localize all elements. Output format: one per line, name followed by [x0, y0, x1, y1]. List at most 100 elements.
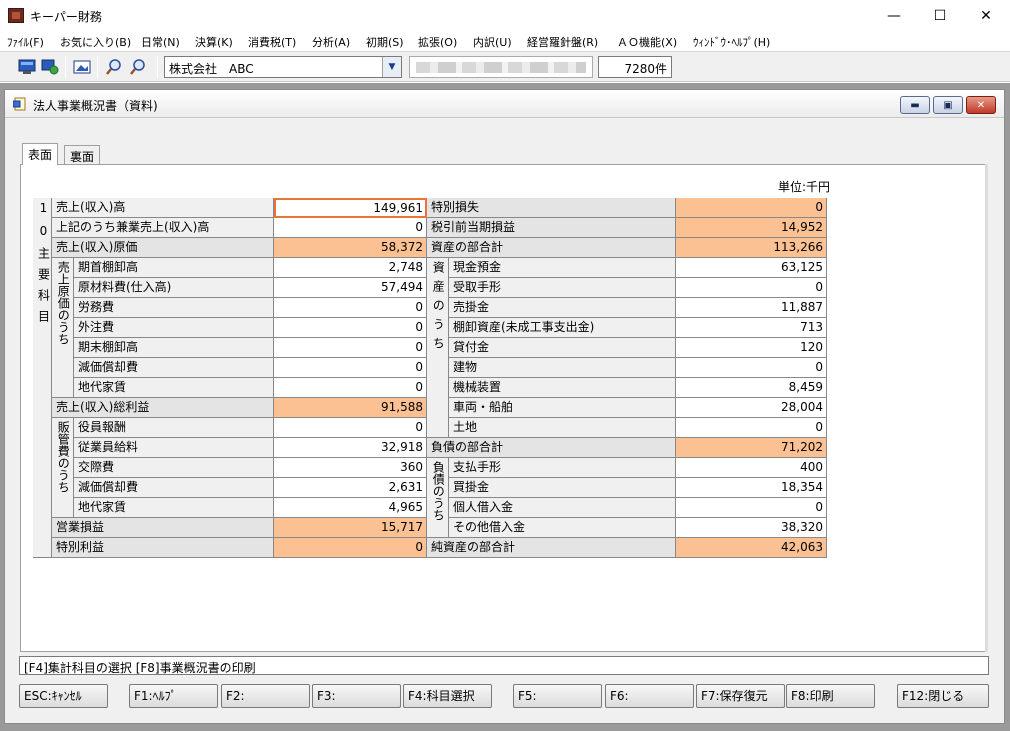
tab-back[interactable]: 裏面: [64, 145, 101, 165]
menu-analysis[interactable]: 分析(A): [312, 34, 350, 50]
menu-closing[interactable]: 決算(K): [195, 34, 233, 50]
menu-breakdown[interactable]: 内訳(U): [473, 34, 512, 50]
right-row-value[interactable]: 8,459: [676, 378, 827, 398]
left-row-value[interactable]: 0: [274, 338, 427, 358]
close-icon: ✕: [976, 99, 986, 111]
right-row-value[interactable]: 63,125: [676, 258, 827, 278]
left-row-value[interactable]: 4,965: [274, 498, 427, 518]
maximize-icon: ☐: [933, 7, 947, 24]
left-row-value[interactable]: 15,717: [274, 518, 427, 538]
monitor-icon[interactable]: [16, 57, 38, 77]
right-row-value[interactable]: 400: [676, 458, 827, 478]
right-row-value[interactable]: 713: [676, 318, 827, 338]
right-row-value[interactable]: 0: [676, 278, 827, 298]
menu-consumption-tax[interactable]: 消費税(T): [248, 34, 296, 50]
f7-save-restore-button[interactable]: F7:保存復元: [696, 684, 785, 708]
f3-button[interactable]: F3:: [312, 684, 401, 708]
right-row-value[interactable]: 0: [676, 358, 827, 378]
menu-file[interactable]: ﾌｧｲﾙ(F): [7, 34, 44, 50]
app-titlebar: キーパー財務 — ☐ ✕: [0, 0, 1010, 31]
restore-icon: ▣: [943, 99, 953, 111]
left-row-value[interactable]: 149,961: [274, 198, 427, 218]
f6-button[interactable]: F6:: [605, 684, 694, 708]
window-restore-button[interactable]: ▣: [933, 96, 963, 114]
masked-info-field: [409, 56, 593, 78]
right-row-value[interactable]: 113,266: [676, 238, 827, 258]
document-icon: [13, 97, 26, 111]
right-row-label: 支払手形: [449, 458, 676, 478]
network-icon[interactable]: [39, 57, 61, 77]
f12-close-button[interactable]: F12:閉じる: [897, 684, 989, 708]
right-row-value[interactable]: 0: [676, 498, 827, 518]
right-row-value[interactable]: 71,202: [676, 438, 827, 458]
left-row-value[interactable]: 0: [274, 298, 427, 318]
left-row-value[interactable]: 2,748: [274, 258, 427, 278]
left-row-value[interactable]: 0: [274, 538, 427, 558]
unit-label: 単位:千円: [778, 180, 831, 194]
esc-cancel-button[interactable]: ESC:ｷｬﾝｾﾙ: [19, 684, 108, 708]
toolbar-separator: [157, 56, 158, 78]
left-row-value[interactable]: 0: [274, 418, 427, 438]
right-row-value[interactable]: 38,320: [676, 518, 827, 538]
f5-button[interactable]: F5:: [513, 684, 602, 708]
close-button[interactable]: ✕: [963, 0, 1009, 31]
window-minimize-button[interactable]: ▬: [900, 96, 930, 114]
maximize-button[interactable]: ☐: [917, 0, 963, 31]
left-row-value[interactable]: 360: [274, 458, 427, 478]
right-row-value[interactable]: 0: [676, 418, 827, 438]
left-row-label: 労務費: [74, 298, 274, 318]
right-row-value[interactable]: 14,952: [676, 218, 827, 238]
chevron-down-icon[interactable]: ▼: [382, 57, 401, 77]
menu-extend[interactable]: 拡張(O): [418, 34, 457, 50]
right-row-label: 車両・船舶: [449, 398, 676, 418]
left-row-value[interactable]: 57,494: [274, 278, 427, 298]
toolbar-separator: [65, 56, 66, 78]
left-row-value[interactable]: 0: [274, 358, 427, 378]
menu-ao[interactable]: ＡＯ機能(X): [617, 34, 677, 50]
left-row-value[interactable]: 91,588: [274, 398, 427, 418]
left-row-label: 売上(収入)高: [52, 198, 274, 218]
right-row-value[interactable]: 0: [676, 198, 827, 218]
tab-front[interactable]: 表面: [22, 143, 59, 165]
left-row-value[interactable]: 32,918: [274, 438, 427, 458]
menu-compass[interactable]: 経営羅針盤(R): [527, 34, 598, 50]
zoom-out-icon[interactable]: [127, 57, 149, 77]
company-select[interactable]: 株式会社 ABC ▼: [164, 56, 402, 78]
left-row-value[interactable]: 0: [274, 318, 427, 338]
left-row-value[interactable]: 2,631: [274, 478, 427, 498]
left-row-value[interactable]: 0: [274, 218, 427, 238]
menu-initial[interactable]: 初期(S): [366, 34, 404, 50]
window-close-button[interactable]: ✕: [966, 96, 996, 114]
right-row-label: 受取手形: [449, 278, 676, 298]
menu-window-help[interactable]: ｳｨﾝﾄﾞｳ･ﾍﾙﾌﾟ(H): [693, 34, 770, 50]
f2-button[interactable]: F2:: [221, 684, 310, 708]
right-row-label: 売掛金: [449, 298, 676, 318]
left-row-value[interactable]: 0: [274, 378, 427, 398]
menu-bar: ﾌｧｲﾙ(F) お気に入り(B) 日常(N) 決算(K) 消費税(T) 分析(A…: [0, 31, 1010, 51]
minimize-icon: —: [887, 7, 901, 24]
right-row-value[interactable]: 11,887: [676, 298, 827, 318]
zoom-in-icon[interactable]: [103, 57, 125, 77]
right-row-value[interactable]: 18,354: [676, 478, 827, 498]
image-icon[interactable]: [71, 57, 93, 77]
toolbar-separator: [97, 56, 98, 78]
minimize-button[interactable]: —: [871, 0, 917, 31]
right-row-value[interactable]: 28,004: [676, 398, 827, 418]
left-row-label: 売上(収入)総利益: [52, 398, 274, 418]
menu-daily[interactable]: 日常(N): [141, 34, 180, 50]
right-row-label: 純資産の部合計: [427, 538, 676, 558]
left-row-label: 減価償却費: [74, 358, 274, 378]
f8-print-button[interactable]: F8:印刷: [786, 684, 875, 708]
minimize-icon: ▬: [910, 99, 920, 111]
f1-help-button[interactable]: F1:ﾍﾙﾌﾟ: [129, 684, 218, 708]
f4-select-account-button[interactable]: F4:科目選択: [403, 684, 492, 708]
company-name: 株式会社 ABC: [169, 62, 254, 76]
right-row-value[interactable]: 120: [676, 338, 827, 358]
left-row-value[interactable]: 58,372: [274, 238, 427, 258]
panel-shadow: [985, 164, 988, 652]
menu-favorites[interactable]: お気に入り(B): [60, 34, 131, 50]
left-row-label: 営業損益: [52, 518, 274, 538]
left-row-label: 従業員給料: [74, 438, 274, 458]
window-title: 法人事業概況書（資料): [33, 99, 158, 113]
right-row-value[interactable]: 42,063: [676, 538, 827, 558]
